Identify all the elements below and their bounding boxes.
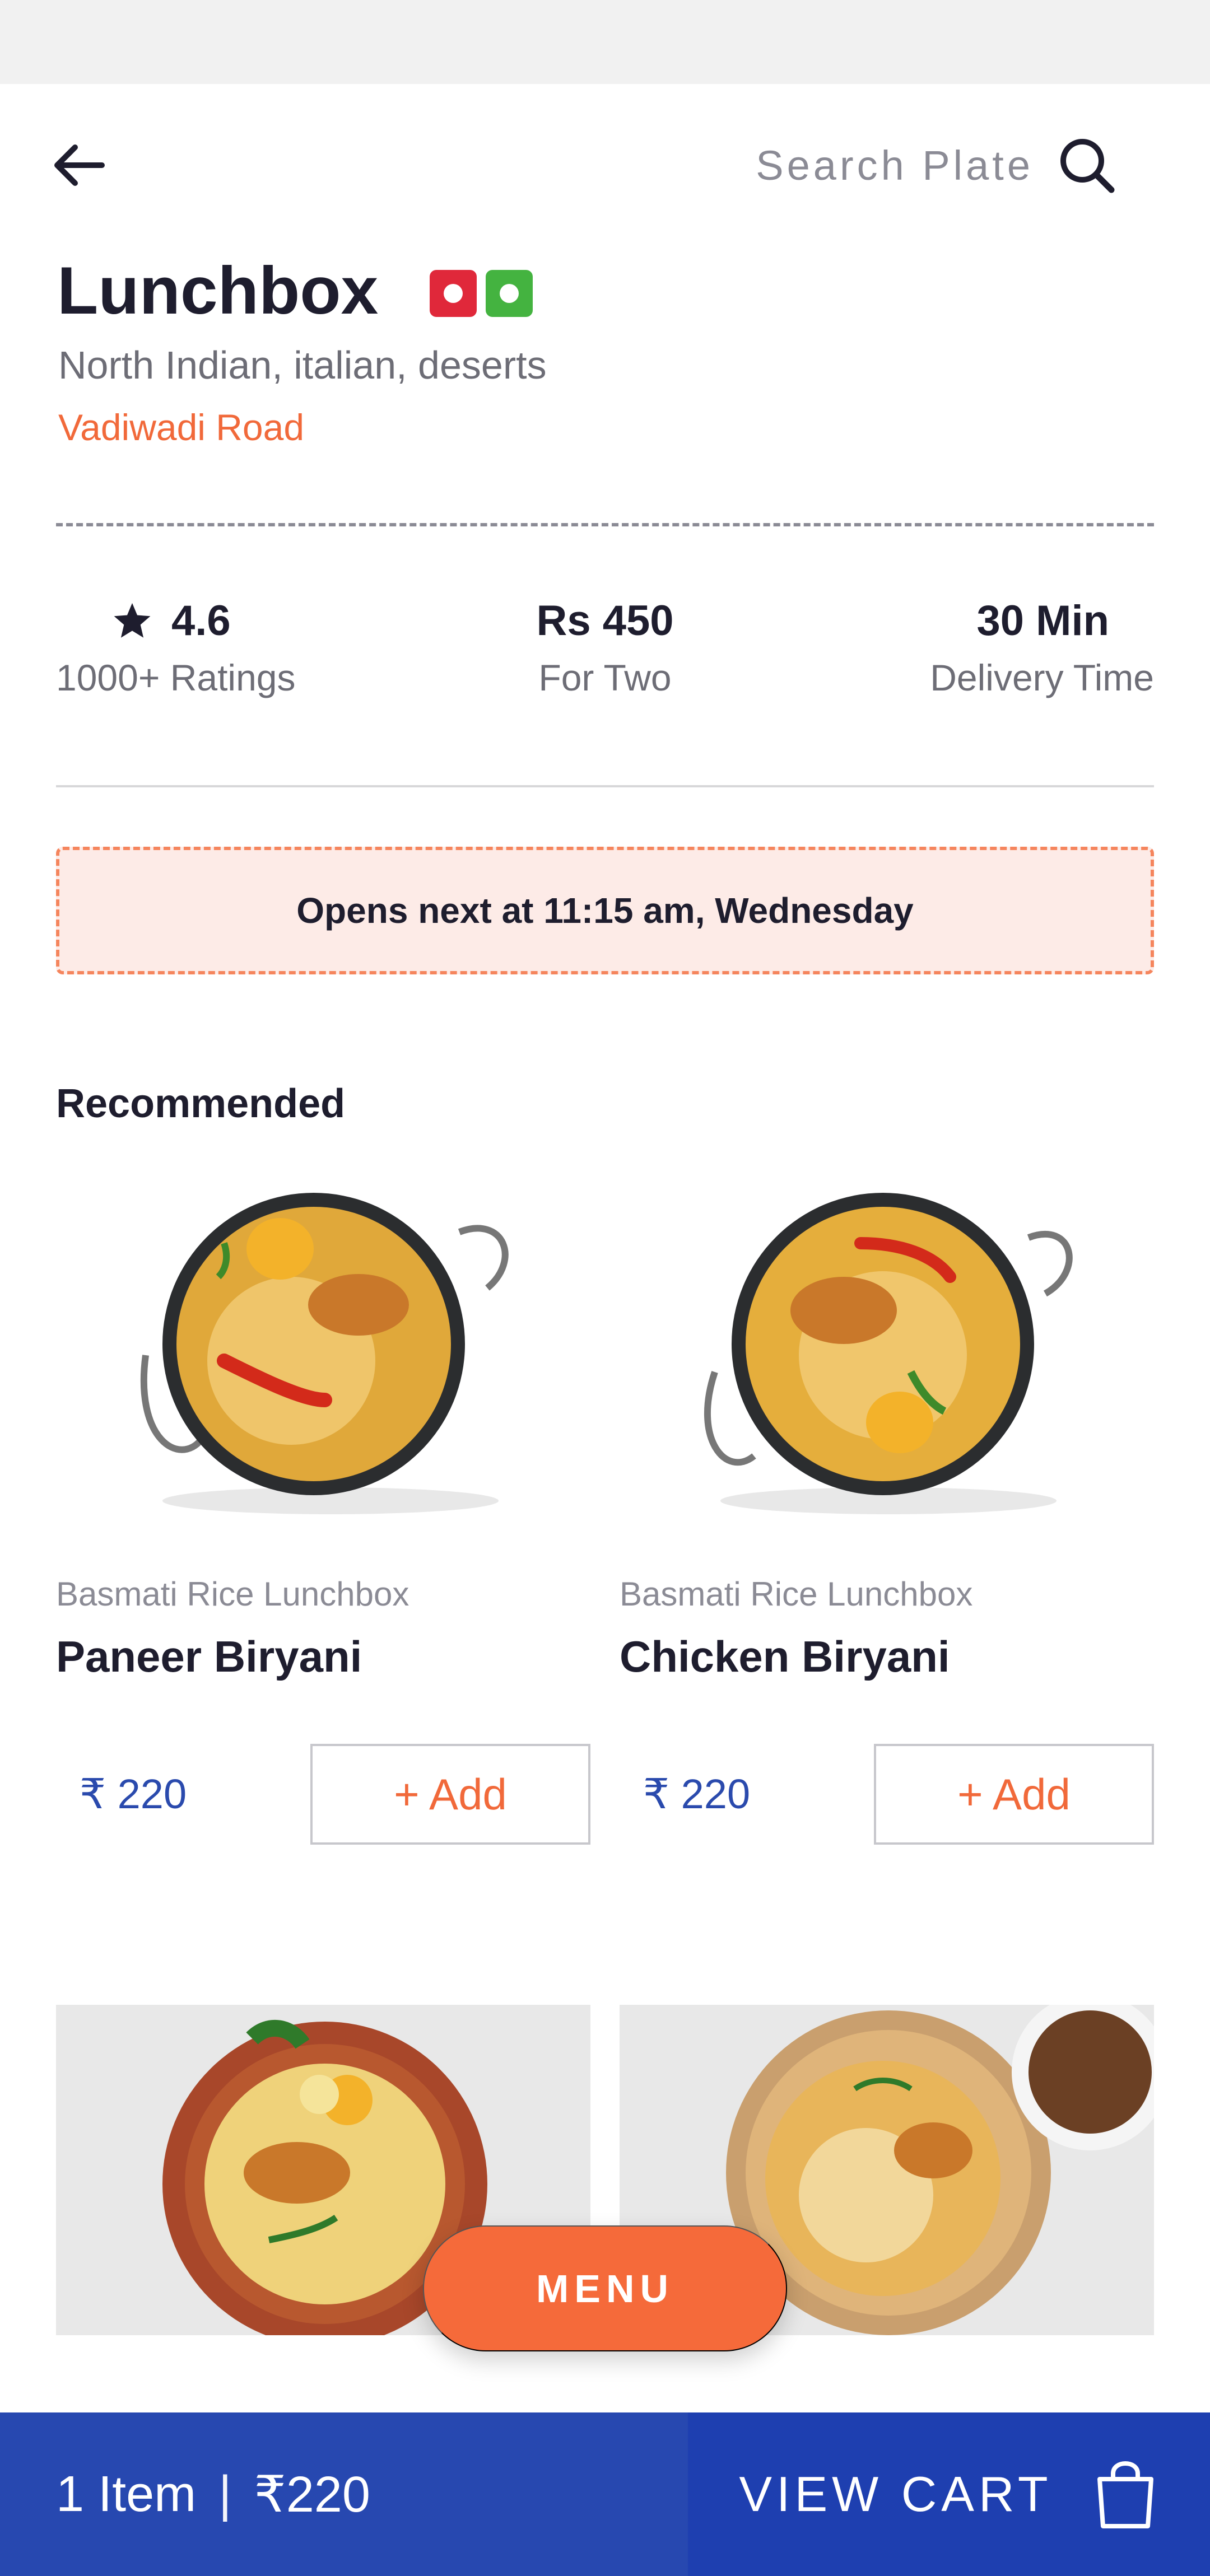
dish-price-row: ₹ 220 + Add — [56, 1744, 590, 1845]
recommended-title: Recommended — [56, 1081, 346, 1126]
cart-bar[interactable]: 1 Item | ₹220 VIEW CART — [0, 2412, 1210, 2576]
dish-price: ₹ 220 — [643, 1771, 751, 1817]
status-bar — [0, 0, 1210, 84]
dish-card[interactable]: Basmati Rice Lunchbox Chicken Biryani ₹ … — [620, 1176, 1154, 1845]
cart-summary: 1 Item | ₹220 — [0, 2412, 688, 2576]
view-cart-button[interactable]: VIEW CART — [688, 2412, 1210, 2576]
dish-price-row: ₹ 220 + Add — [620, 1744, 1154, 1845]
dish-category: Basmati Rice Lunchbox — [56, 1575, 409, 1613]
rating-stat: 4.6 1000+ Ratings — [56, 596, 336, 699]
rating-value: 4.6 — [171, 597, 231, 645]
section-divider — [56, 785, 1154, 787]
dashed-divider — [56, 523, 1154, 526]
back-arrow-icon — [54, 144, 105, 186]
veg-badge-icon — [486, 270, 533, 317]
star-icon — [114, 603, 151, 638]
back-button[interactable] — [50, 137, 118, 193]
restaurant-location[interactable]: Vadiwadi Road — [58, 406, 304, 449]
delivery-time-value: 30 Min — [976, 597, 1110, 645]
shopping-bag-icon — [1097, 2461, 1153, 2528]
dish-name: Chicken Biryani — [620, 1632, 950, 1681]
search-icon[interactable] — [1056, 134, 1118, 196]
dish-price: ₹ 220 — [80, 1771, 187, 1817]
dish-name: Paneer Biryani — [56, 1632, 362, 1681]
view-cart-label: VIEW CART — [739, 2466, 1053, 2522]
delivery-time-label: Delivery Time — [930, 657, 1154, 698]
opening-notice: Opens next at 11:15 am, Wednesday — [56, 847, 1154, 974]
non-veg-badge-icon — [430, 270, 477, 317]
food-type-badges — [430, 270, 533, 317]
delivery-time-stat: 30 Min Delivery Time — [874, 596, 1154, 699]
cart-item-count: 1 Item — [56, 2466, 197, 2522]
restaurant-cuisines: North Indian, italian, deserts — [58, 343, 547, 387]
price-for-two-value: Rs 450 — [536, 597, 674, 645]
opening-notice-text: Opens next at 11:15 am, Wednesday — [296, 890, 914, 931]
restaurant-header: Lunchbox — [57, 252, 533, 329]
search-bar[interactable]: Search Plate — [756, 132, 1118, 199]
cart-separator: | — [218, 2466, 232, 2522]
menu-button[interactable]: MENU — [423, 2225, 787, 2351]
add-to-cart-button[interactable]: + Add — [310, 1744, 590, 1845]
search-placeholder[interactable]: Search Plate — [756, 142, 1034, 189]
price-for-two-label: For Two — [538, 657, 672, 698]
cart-total: ₹220 — [254, 2466, 370, 2523]
price-stat: Rs 450 For Two — [465, 596, 745, 699]
dish-image — [56, 1176, 590, 1523]
menu-button-label: MENU — [536, 2266, 674, 2311]
rating-label: 1000+ Ratings — [56, 657, 296, 698]
dish-card[interactable]: Basmati Rice Lunchbox Paneer Biryani ₹ 2… — [56, 1176, 590, 1845]
restaurant-stats: 4.6 1000+ Ratings Rs 450 For Two 30 Min … — [56, 596, 1154, 720]
dish-image — [620, 1176, 1154, 1523]
add-to-cart-button[interactable]: + Add — [874, 1744, 1154, 1845]
dish-category: Basmati Rice Lunchbox — [620, 1575, 973, 1613]
restaurant-name: Lunchbox — [57, 253, 379, 328]
